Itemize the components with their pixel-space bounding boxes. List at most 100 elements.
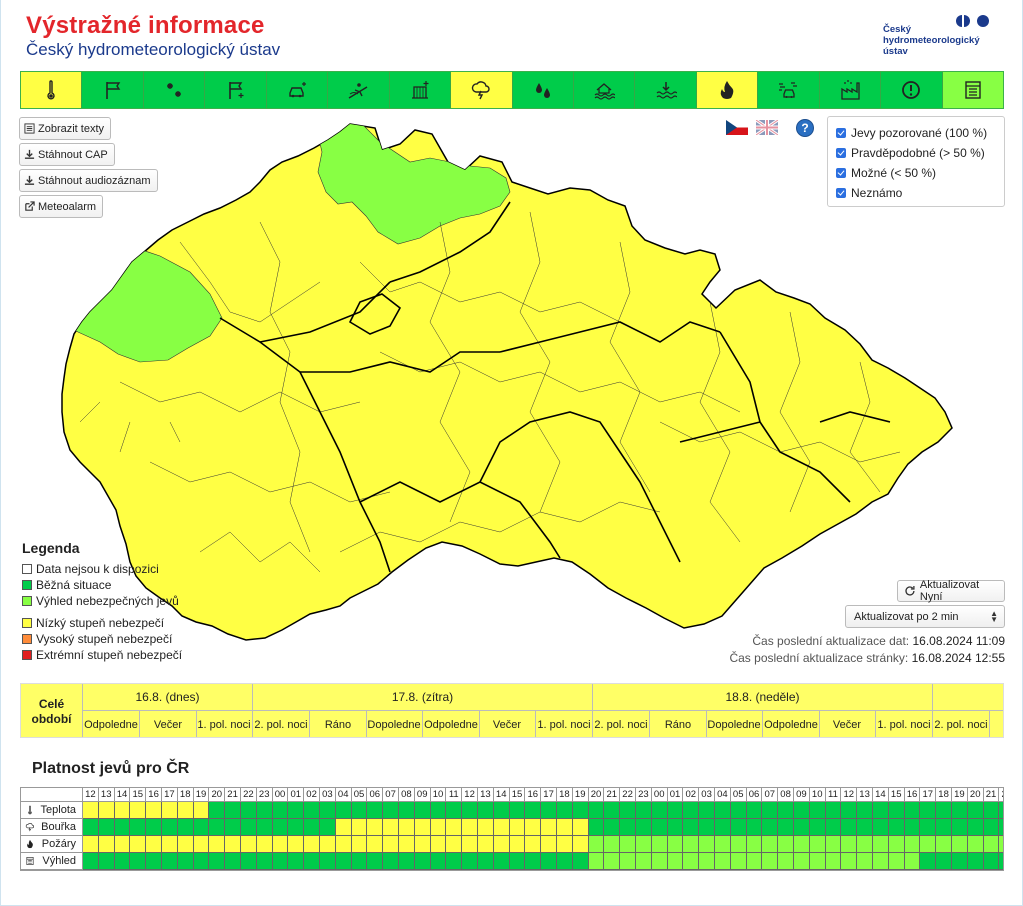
- hour-header: 11: [446, 788, 463, 802]
- validity-cell: [304, 819, 320, 836]
- legend-item: Výhled nebezpečných jevů: [22, 593, 182, 609]
- period-slot[interactable]: Večer: [819, 711, 876, 737]
- validity-cell: [604, 836, 621, 853]
- hour-header: 00: [272, 788, 289, 802]
- period-slot[interactable]: 2. pol. noci: [933, 711, 990, 737]
- validity-cell: [399, 836, 415, 853]
- period-slot[interactable]: 2. pol. noci: [593, 711, 650, 737]
- period-day[interactable]: [933, 684, 1003, 711]
- validity-cell: [904, 802, 921, 819]
- period-slot[interactable]: Ráno: [650, 711, 707, 737]
- period-slot[interactable]: 1. pol. noci: [536, 711, 593, 737]
- legend-swatch: [22, 634, 32, 644]
- legend-swatch: [22, 650, 32, 660]
- validity-cell: [288, 853, 305, 870]
- chmi-logo[interactable]: Český hydrometeorologický ústav: [883, 12, 1003, 57]
- update-now-button[interactable]: Aktualizovat Nyní: [897, 579, 1005, 603]
- validity-cell: [746, 836, 763, 853]
- page-subtitle: Český hydrometeorologický ústav: [26, 40, 281, 59]
- toolbar-thunderstorm-button[interactable]: [451, 72, 513, 108]
- period-slot[interactable]: 2. pol. noci: [253, 711, 310, 737]
- validity-cell: [241, 836, 257, 853]
- period-slot[interactable]: Dopoledne: [366, 711, 423, 737]
- validity-cell: [162, 836, 178, 853]
- validity-cell: [604, 853, 621, 870]
- period-slot[interactable]: Rá: [990, 711, 1003, 737]
- period-slot[interactable]: Odpoledne: [423, 711, 480, 737]
- toolbar-rain-button[interactable]: [512, 72, 574, 108]
- validity-cell: [572, 819, 589, 836]
- toolbar-snow-button[interactable]: [143, 72, 206, 108]
- period-slot[interactable]: 1. pol. noci: [876, 711, 933, 737]
- validity-cell: [335, 819, 352, 836]
- warning-icon: [902, 81, 921, 99]
- validity-cell: [683, 819, 700, 836]
- toolbar-smog-car-button[interactable]: [758, 72, 820, 108]
- period-day[interactable]: 18.8. (neděle): [593, 684, 933, 711]
- toolbar-snow-wind-button[interactable]: [205, 72, 267, 108]
- period-slot[interactable]: Večer: [479, 711, 536, 737]
- legend-label: Vysoký stupeň nebezpečí: [36, 632, 173, 646]
- hour-header: 12: [462, 788, 478, 802]
- period-slot[interactable]: Dopoledne: [706, 711, 763, 737]
- validity-cell: [983, 853, 1000, 870]
- toolbar-car-ice-button[interactable]: [266, 72, 329, 108]
- legend-label: Nízký stupeň nebezpečí: [36, 616, 165, 630]
- period-slot[interactable]: Odpoledne: [763, 711, 820, 737]
- hour-header: 09: [414, 788, 431, 802]
- toolbar-avalanche-button[interactable]: [328, 72, 390, 108]
- period-day[interactable]: 17.8. (zítra): [253, 684, 593, 711]
- toolbar-frost-button[interactable]: [389, 72, 452, 108]
- period-slot[interactable]: Ráno: [310, 711, 367, 737]
- validity-cell: [794, 836, 810, 853]
- period-slot[interactable]: 1. pol. noci: [196, 711, 253, 737]
- validity-cell: [162, 819, 178, 836]
- period-day[interactable]: 16.8. (dnes): [83, 684, 253, 711]
- validity-cell: [525, 819, 542, 836]
- validity-cell: [383, 836, 399, 853]
- validity-cell: [177, 836, 194, 853]
- toolbar-fire-button[interactable]: [696, 72, 759, 108]
- period-slot[interactable]: Večer: [140, 711, 197, 737]
- update-interval-select[interactable]: Aktualizovat po 2 min ▲ ▼: [845, 605, 1005, 628]
- validity-cell: [146, 853, 162, 870]
- validity-cell: [272, 802, 289, 819]
- snow-icon: [167, 83, 182, 97]
- validity-cell: [209, 819, 226, 836]
- validity-cell: [146, 802, 162, 819]
- whole-period-button[interactable]: Celé období: [21, 684, 83, 737]
- validity-cell: [177, 853, 194, 870]
- hour-header: 11: [825, 788, 842, 802]
- validity-cell: [193, 836, 210, 853]
- toolbar-thermometer-button[interactable]: [21, 72, 83, 108]
- validity-cell: [446, 802, 463, 819]
- toolbar-water-level-button[interactable]: [635, 72, 697, 108]
- validity-cell: [825, 819, 842, 836]
- toolbar-factory-button[interactable]: [819, 72, 882, 108]
- validity-cell: [383, 853, 399, 870]
- validity-cell: [730, 853, 747, 870]
- toolbar-flood-button[interactable]: [573, 72, 636, 108]
- toolbar-outlook-button[interactable]: [942, 72, 1003, 108]
- validity-cell: [967, 853, 984, 870]
- czech-regions-map[interactable]: [60, 122, 1020, 647]
- validity-cell: [320, 836, 336, 853]
- validity-cell: [604, 819, 621, 836]
- validity-cell: [651, 836, 668, 853]
- list-icon: [24, 123, 35, 134]
- toolbar-warning-button[interactable]: [881, 72, 943, 108]
- hour-header: 10: [809, 788, 826, 802]
- validity-cell: [667, 853, 684, 870]
- validity-cell: [320, 819, 336, 836]
- legend-item: Vysoký stupeň nebezpečí: [22, 631, 182, 647]
- validity-cell: [541, 802, 557, 819]
- validity-cell: [256, 836, 273, 853]
- validity-cell: [225, 819, 241, 836]
- validity-cell: [83, 853, 99, 870]
- validity-cell: [509, 836, 526, 853]
- validity-cell: [335, 836, 352, 853]
- period-slot[interactable]: Odpoledne: [83, 711, 140, 737]
- validity-grid: 12 13 14 15 16 17 18 19 20 21 22 23 00 01 02 03 04 05 06 07…: [20, 787, 1004, 871]
- validity-cell: [873, 836, 889, 853]
- toolbar-wind-flag-button[interactable]: [82, 72, 144, 108]
